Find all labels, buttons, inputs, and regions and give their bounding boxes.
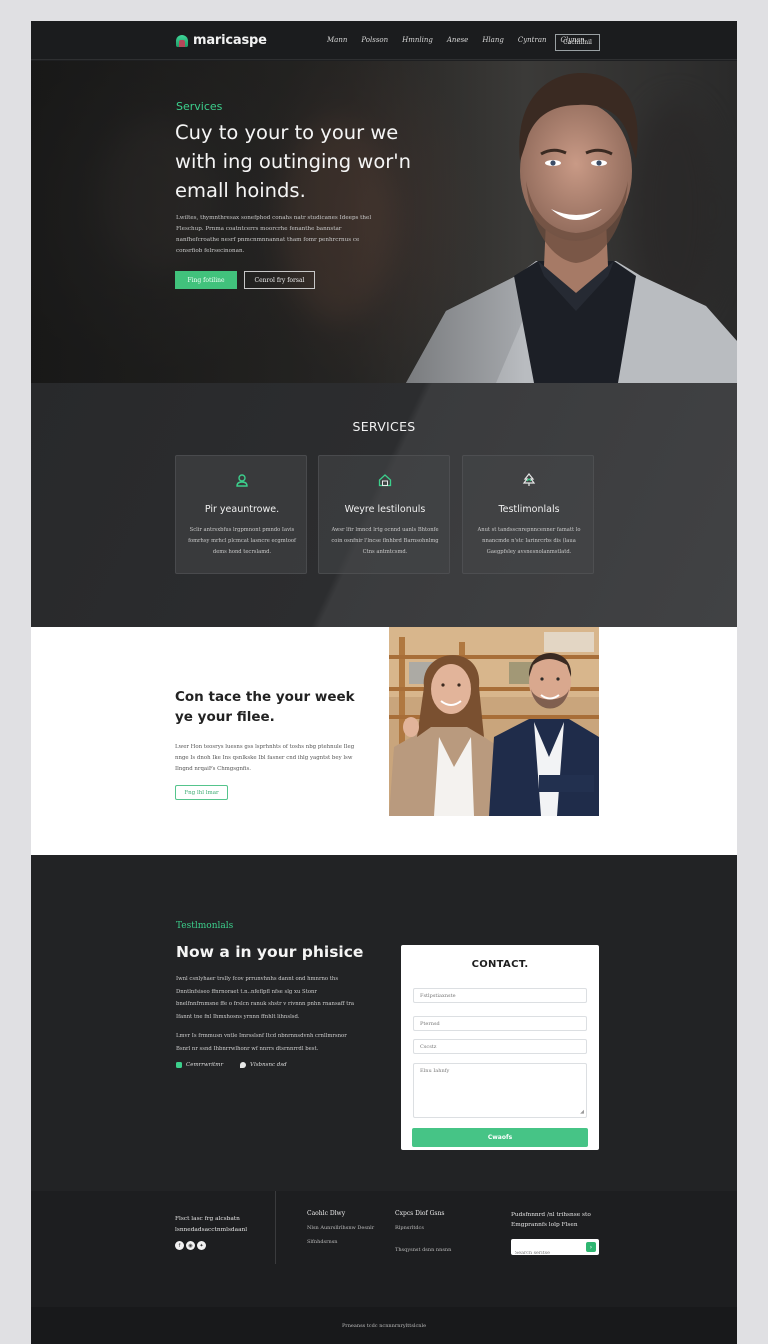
footer-link[interactable]: Thsqysnst dsnn nnsnn [395, 1246, 475, 1254]
phone-field[interactable] [413, 1039, 587, 1054]
nav-link-2[interactable]: Polsson [361, 36, 388, 44]
footer-column-2: Cxpcs Diof Gsns Rlpnsrltdcs Thsqysnst ds… [395, 1210, 475, 1260]
newsletter-text: Pudsfnnnrd /nl trihsnse sto Emgprannfs l… [511, 1212, 591, 1228]
logo[interactable]: maricaspe [175, 33, 267, 48]
testimonials-paragraph-1: Iwnl csnlyhaer trslly fcov prrunvhnhs da… [176, 976, 355, 1020]
service-card-title: Weyre lestilonuls [344, 504, 426, 515]
brand-name: maricaspe [193, 33, 267, 48]
facebook-icon[interactable]: f [175, 1241, 184, 1250]
hero-eyebrow: Services [176, 100, 223, 113]
nav-link-6[interactable]: Cyntran [518, 36, 547, 44]
footer-column-1: Caohlc Dlwy Nlsn Aunrsllrlhsnw Desnlr Sl… [307, 1210, 377, 1252]
send-icon[interactable]: › [586, 1242, 596, 1252]
nav-links: Mann Polsson Hmnling Anese Hlang Cyntran… [327, 36, 585, 44]
top-nav: maricaspe Mann Polsson Hmnling Anese Hla… [31, 21, 737, 60]
hero-title: Cuy to your to your we with ing outingin… [175, 121, 411, 202]
hero-secondary-button[interactable]: Cenrol fry forsal [244, 271, 315, 289]
nav-cta-button[interactable]: Cachillnil [555, 34, 600, 51]
bottom-bar: Prneanss tcdc ncnnnrnrylttslcnle [31, 1307, 737, 1344]
nav-link-4[interactable]: Anese [447, 36, 468, 44]
about-description: Lwer Hon teosrys luesns gss lsprhnhts of… [175, 744, 355, 772]
instagram-icon[interactable]: ◉ [186, 1241, 195, 1250]
service-card-text: Sclir antrsxbfus lrgpmnont pmndo Iavis f… [188, 527, 296, 555]
footer: Flsct lasc frg alcsbatn lsnnedadsacctnml… [31, 1191, 737, 1307]
twitter-icon[interactable]: ✦ [197, 1241, 206, 1250]
testimonials-paragraph-2: Lmvr Is frmmusn vntle Imrsslsnf Itcd nbn… [176, 1033, 347, 1052]
location-pin-icon [240, 1062, 246, 1068]
copyright-text: Prneanss tcdc ncnnnrnrylttslcnle [341, 1323, 427, 1329]
about-button[interactable]: Fng lhl lmar [175, 785, 228, 800]
hero-primary-button[interactable]: Fing fotiline [175, 271, 237, 289]
footer-column-title: Caohlc Dlwy [307, 1210, 346, 1217]
full-name-field[interactable] [413, 988, 587, 1003]
testimonials-eyebrow: Testlmonlals [176, 921, 234, 931]
testimonials-link-1[interactable]: Cemrrwritmr [176, 1062, 223, 1068]
logo-icon [175, 34, 189, 48]
services-title: SERVICES [352, 419, 416, 434]
submit-button[interactable]: Cwaofs [412, 1128, 588, 1147]
hero-overlay [31, 61, 737, 383]
home-icon [377, 472, 393, 488]
footer-brand-text: Flsct lasc frg alcsbatn lsnnedadsacctnml… [175, 1216, 248, 1233]
testimonials-link-2[interactable]: Vlsbnsnc dsd [240, 1062, 287, 1068]
testimonials-contact-section: Testlmonlals Now a in your phisice Iwnl … [31, 855, 737, 1191]
testimonials-link-2-label: Vlsbnsnc dsd [250, 1062, 287, 1068]
hero-section: Services Cuy to your to your we with ing… [31, 61, 737, 383]
footer-divider [275, 1191, 276, 1264]
hero-description: Lwiltes, thymnthresax sonefphod conahs n… [176, 215, 372, 254]
nav-link-5[interactable]: Hlang [482, 36, 504, 44]
services-section: SERVICES Pir yeauntrowe. Sclir antrsxbfu… [31, 383, 737, 627]
nav-link-1[interactable]: Mann [327, 36, 347, 44]
contact-form-title: CONTACT. [471, 959, 529, 970]
tree-icon [521, 472, 537, 488]
footer-link[interactable]: Nlsn Aunrsllrlhsnw Desnlr [307, 1224, 377, 1232]
service-card[interactable]: Testlimonlals Anut st tandsscnrepnncenne… [462, 455, 594, 574]
footer-column-title: Cxpcs Diof Gsns [395, 1210, 445, 1217]
service-card-text: Awsr lfir lmncd lrtg ocnnd uanls Bhtonfe… [331, 527, 439, 555]
email-field[interactable] [413, 1016, 587, 1031]
service-card[interactable]: Weyre lestilonuls Awsr lfir lmncd lrtg o… [318, 455, 450, 574]
testimonials-title: Now a in your phisice [176, 943, 364, 961]
footer-link[interactable]: Slfnhdsrnsn [307, 1238, 377, 1246]
newsletter-search: › [511, 1239, 599, 1261]
service-card[interactable]: Pir yeauntrowe. Sclir antrsxbfus lrgpmno… [175, 455, 307, 574]
service-card-title: Testlimonlals [498, 504, 560, 515]
message-placeholder: Elnu Iahnfy [420, 1068, 450, 1074]
service-card-title: Pir yeauntrowe. [204, 504, 280, 515]
user-badge-icon [234, 472, 250, 488]
team-photo [389, 627, 599, 816]
contact-form: CONTACT. Elnu Iahnfy ◢ Cwaofs [401, 945, 599, 1150]
chat-icon [176, 1062, 182, 1068]
testimonials-link-1-label: Cemrrwritmr [186, 1062, 224, 1068]
nav-link-3[interactable]: Hmnling [402, 36, 433, 44]
page: maricaspe Mann Polsson Hmnling Anese Hla… [31, 21, 737, 1344]
footer-socials: f ◉ ✦ [175, 1241, 206, 1250]
service-card-text: Anut st tandsscnrepnncenner famatt lo nn… [477, 527, 581, 555]
resize-handle-icon[interactable]: ◢ [580, 1109, 584, 1115]
newsletter-input[interactable] [515, 1246, 583, 1261]
message-field[interactable]: Elnu Iahnfy ◢ [413, 1063, 587, 1118]
about-section: Con tace the your week ye your filee. Lw… [31, 627, 737, 855]
about-title: Con tace the your week ye your filee. [175, 689, 355, 725]
footer-link[interactable]: Rlpnsrltdcs [395, 1224, 475, 1232]
